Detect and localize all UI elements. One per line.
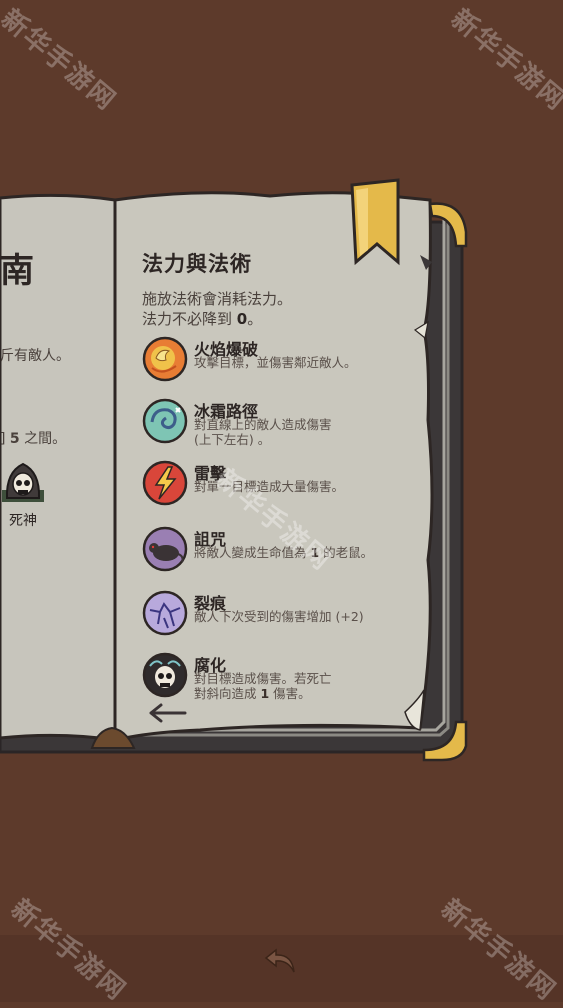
spell-item-corruption[interactable]: 腐化 對目標造成傷害。若死亡 對斜向造成 1 傷害。	[142, 652, 412, 704]
spell-desc: 對目標造成傷害。若死亡 對斜向造成 1 傷害。	[194, 671, 332, 701]
lightning-icon	[142, 460, 188, 506]
left-page-text-range: ] 5 之間。	[0, 431, 67, 447]
back-curved-arrow-icon[interactable]	[262, 946, 300, 976]
intro-text: 施放法術會消耗法力。	[142, 290, 293, 308]
spell-item-frost-path[interactable]: 冰霜路徑 對直線上的敵人造成傷害 (上下左右) 。	[142, 398, 412, 450]
spell-desc: 敵人下次受到的傷害增加 (+2)	[194, 609, 364, 624]
crack-icon	[142, 590, 188, 636]
intro-text-mana: 法力不必降到 0。	[142, 310, 263, 328]
spell-desc: 攻擊目標，並傷害鄰近敵人。	[194, 355, 357, 370]
reaper-skull-icon[interactable]	[2, 460, 44, 504]
spell-item-fire-blast[interactable]: 火焰爆破 攻擊目標，並傷害鄰近敵人。	[142, 336, 412, 388]
reaper-label: 死神	[9, 513, 37, 529]
fire-blast-icon	[142, 336, 188, 382]
previous-page-arrow-icon[interactable]	[147, 700, 189, 726]
frost-path-icon	[142, 398, 188, 444]
spell-item-crack[interactable]: 裂痕 敵人下次受到的傷害增加 (+2)	[142, 590, 412, 642]
left-page-title: 南	[0, 251, 34, 291]
left-page-text: 斤有敵人。	[0, 348, 70, 364]
spell-desc: 對直線上的敵人造成傷害 (上下左右) 。	[194, 417, 332, 447]
page-title: 法力與法術	[142, 252, 252, 276]
corruption-skull-icon	[142, 652, 188, 698]
curse-rat-icon	[142, 526, 188, 572]
